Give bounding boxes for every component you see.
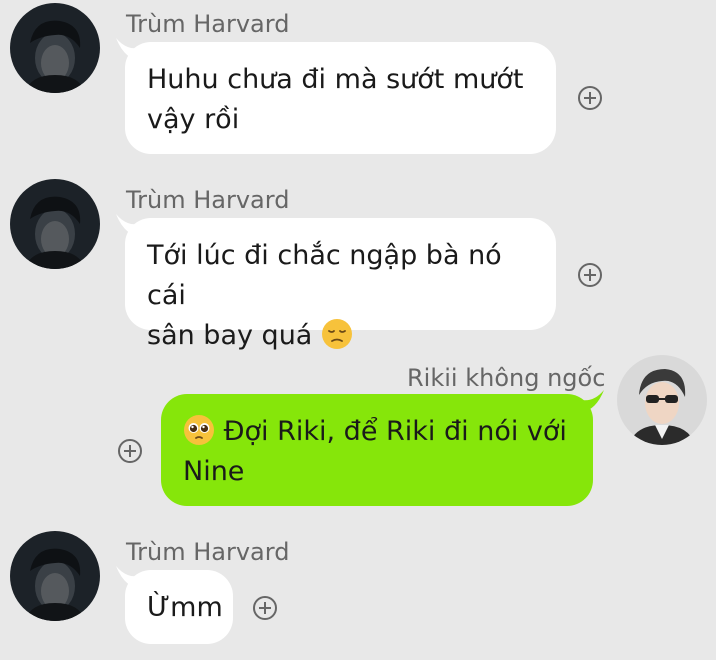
message-bubble[interactable]: Ừmm	[125, 570, 233, 644]
message-line: Đợi Riki, để Riki đi nói với	[183, 412, 571, 452]
message-line: sân bay quá	[147, 316, 534, 356]
message-line: Huhu chưa đi mà sướt mướt	[147, 64, 524, 95]
sender-name: Rikii không ngốc	[407, 364, 606, 392]
plus-circle-icon[interactable]	[117, 438, 143, 464]
message-line: vậy rồi	[147, 104, 240, 135]
avatar[interactable]	[617, 355, 707, 445]
message-bubble[interactable]: Huhu chưa đi mà sướt mướt vậy rồi	[125, 42, 556, 154]
avatar[interactable]	[10, 179, 100, 269]
plus-circle-icon[interactable]	[577, 85, 603, 111]
pleading-face-icon	[183, 414, 215, 446]
avatar[interactable]	[10, 3, 100, 93]
sender-name: Trùm Harvard	[126, 538, 290, 566]
plus-circle-icon[interactable]	[252, 595, 278, 621]
message-line: Nine	[183, 456, 245, 487]
pensive-face-icon	[321, 318, 353, 350]
message-bubble[interactable]: Tới lúc đi chắc ngập bà nó cái sân bay q…	[125, 218, 556, 351]
message-line-text: sân bay quá	[147, 320, 313, 351]
message-line: Ừmm	[147, 592, 223, 623]
message-line-text: Đợi Riki, để Riki đi nói với	[223, 416, 567, 447]
plus-circle-icon[interactable]	[577, 262, 603, 288]
sender-name: Trùm Harvard	[126, 10, 290, 38]
avatar[interactable]	[10, 531, 100, 621]
sender-name: Trùm Harvard	[126, 186, 290, 214]
chat-thread: Trùm Harvard Huhu chưa đi mà sướt mướt v…	[0, 0, 716, 660]
message-bubble[interactable]: Đợi Riki, để Riki đi nói với Nine	[161, 394, 593, 506]
message-line: Tới lúc đi chắc ngập bà nó cái	[147, 240, 502, 311]
